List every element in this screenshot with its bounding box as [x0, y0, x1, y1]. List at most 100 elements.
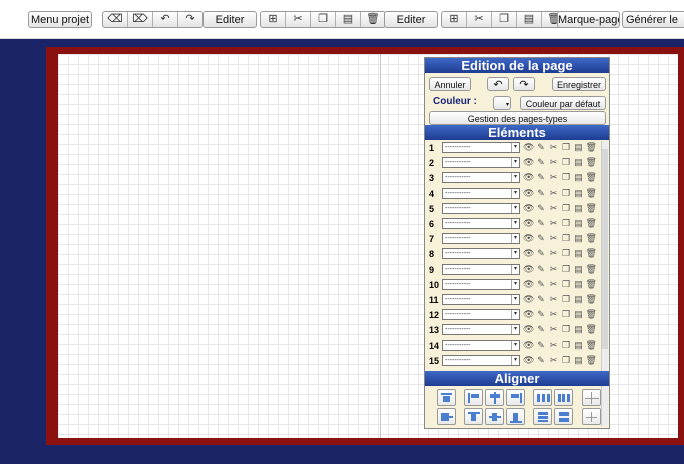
paste-icon[interactable]: ▤ — [573, 324, 584, 335]
eye-icon[interactable]: 👁 — [523, 294, 534, 305]
trash-icon[interactable]: 🗑 — [586, 248, 597, 259]
center-cross-button[interactable] — [582, 408, 601, 425]
align-bottom-button[interactable] — [506, 408, 525, 425]
redo-button[interactable]: ↷ — [513, 77, 535, 91]
eye-icon[interactable]: 👁 — [523, 324, 534, 335]
paste-icon[interactable]: ▤ — [573, 233, 584, 244]
trash-icon[interactable]: 🗑 — [586, 355, 597, 366]
copy-icon[interactable]: ❐ — [561, 248, 572, 259]
trash-icon[interactable]: 🗑 — [586, 279, 597, 290]
scissors-icon[interactable]: ✂ — [548, 188, 559, 199]
brush-icon[interactable]: ✎ — [536, 279, 547, 290]
copy-icon[interactable]: ❐ — [561, 188, 572, 199]
element-select[interactable]: ----------- ▾ — [442, 202, 520, 214]
eye-icon[interactable]: 👁 — [523, 340, 534, 351]
scrollbar-thumb[interactable] — [602, 149, 608, 349]
cut-icon[interactable]: ✂ — [467, 12, 492, 27]
copy-icon[interactable]: ❐ — [492, 12, 517, 27]
paste-icon[interactable]: ▤ — [573, 264, 584, 275]
couleur-defaut-button[interactable]: Couleur par défaut — [520, 96, 606, 110]
scissors-icon[interactable]: ✂ — [548, 233, 559, 244]
element-select[interactable]: ----------- ▾ — [442, 354, 520, 366]
element-select[interactable]: ----------- ▾ — [442, 233, 520, 245]
element-select[interactable]: ----------- ▾ — [442, 263, 520, 275]
scissors-icon[interactable]: ✂ — [548, 248, 559, 259]
element-select[interactable]: ----------- ▾ — [442, 142, 520, 153]
scissors-icon[interactable]: ✂ — [548, 264, 559, 275]
scissors-icon[interactable]: ✂ — [548, 142, 559, 153]
brush-icon[interactable]: ✎ — [536, 203, 547, 214]
eye-icon[interactable]: 👁 — [523, 233, 534, 244]
copy-icon[interactable]: ❐ — [561, 203, 572, 214]
brush-icon[interactable]: ✎ — [536, 340, 547, 351]
trash-icon[interactable]: 🗑 — [586, 218, 597, 229]
brush-icon[interactable]: ✎ — [536, 324, 547, 335]
brush-icon[interactable]: ✎ — [536, 294, 547, 305]
editer-button-1[interactable]: Editer — [203, 11, 257, 28]
element-select[interactable]: ----------- ▾ — [442, 294, 520, 305]
paste-icon[interactable]: ▤ — [573, 172, 584, 183]
eraser-icon[interactable]: ⌫ — [103, 12, 128, 27]
brush-icon[interactable]: ✎ — [536, 172, 547, 183]
copy-icon[interactable]: ❐ — [561, 157, 572, 168]
menu-projet-button[interactable]: Menu projet — [28, 11, 92, 28]
scissors-icon[interactable]: ✂ — [548, 324, 559, 335]
trash-icon[interactable]: 🗑 — [586, 324, 597, 335]
trash-icon[interactable]: 🗑 — [586, 294, 597, 305]
trash-icon[interactable]: 🗑 — [586, 203, 597, 214]
paste-icon[interactable]: ▤ — [573, 340, 584, 351]
stack-h-button[interactable] — [554, 408, 573, 425]
distribute-v-button[interactable] — [554, 389, 573, 406]
brush-icon[interactable]: ✎ — [536, 355, 547, 366]
trash-icon[interactable]: 🗑 — [586, 157, 597, 168]
copy-icon[interactable]: ❐ — [311, 12, 336, 27]
undo-icon[interactable]: ↶ — [153, 12, 178, 27]
eye-icon[interactable]: 👁 — [523, 355, 534, 366]
brush-icon[interactable]: ✎ — [536, 248, 547, 259]
brush-icon[interactable]: ✎ — [536, 157, 547, 168]
eye-icon[interactable]: 👁 — [523, 218, 534, 229]
grid-button[interactable] — [582, 389, 601, 406]
copy-icon[interactable]: ❐ — [561, 233, 572, 244]
enregistrer-button[interactable]: Enregistrer — [552, 77, 606, 91]
copy-icon[interactable]: ❐ — [561, 340, 572, 351]
copy-icon[interactable]: ❐ — [561, 279, 572, 290]
add-icon[interactable]: ⊞ — [261, 12, 286, 27]
element-select[interactable]: ----------- ▾ — [442, 187, 520, 199]
brush-icon[interactable]: ✎ — [536, 309, 547, 320]
brush-icon[interactable]: ✎ — [536, 264, 547, 275]
scissors-icon[interactable]: ✂ — [548, 157, 559, 168]
trash-icon[interactable]: 🗑 — [586, 142, 597, 153]
scissors-icon[interactable]: ✂ — [548, 355, 559, 366]
align-left-button[interactable] — [464, 389, 483, 406]
scissors-icon[interactable]: ✂ — [548, 340, 559, 351]
trash-icon[interactable]: 🗑 — [586, 172, 597, 183]
brush-icon[interactable]: ✎ — [536, 188, 547, 199]
element-select[interactable]: ----------- ▾ — [442, 324, 520, 336]
copy-icon[interactable]: ❐ — [561, 172, 572, 183]
stack-v-button[interactable] — [533, 408, 552, 425]
scissors-icon[interactable]: ✂ — [548, 172, 559, 183]
scissors-icon[interactable]: ✂ — [548, 203, 559, 214]
element-select[interactable]: ----------- ▾ — [442, 248, 520, 260]
align-middle-button[interactable] — [437, 408, 456, 425]
paste-icon[interactable]: ▤ — [573, 142, 584, 153]
align-center-h-button[interactable] — [485, 389, 504, 406]
paste-icon[interactable]: ▤ — [573, 355, 584, 366]
distribute-h-button[interactable] — [533, 389, 552, 406]
align-right-button[interactable] — [506, 389, 525, 406]
paste-icon[interactable]: ▤ — [336, 12, 361, 27]
paste-icon[interactable]: ▤ — [573, 294, 584, 305]
gestion-pages-types-button[interactable]: Gestion des pages-types — [429, 111, 606, 125]
eye-icon[interactable]: 👁 — [523, 248, 534, 259]
element-select[interactable]: ----------- ▾ — [442, 172, 520, 184]
trash-icon[interactable]: 🗑 — [586, 264, 597, 275]
element-select[interactable]: ----------- ▾ — [442, 339, 520, 351]
paste-icon[interactable]: ▤ — [573, 279, 584, 290]
undo-button[interactable]: ↶ — [487, 77, 509, 91]
eye-icon[interactable]: 👁 — [523, 264, 534, 275]
eye-icon[interactable]: 👁 — [523, 203, 534, 214]
brush-icon[interactable]: ✎ — [536, 218, 547, 229]
trash-icon[interactable]: 🗑 — [586, 188, 597, 199]
editer-button-2[interactable]: Editer — [384, 11, 438, 28]
